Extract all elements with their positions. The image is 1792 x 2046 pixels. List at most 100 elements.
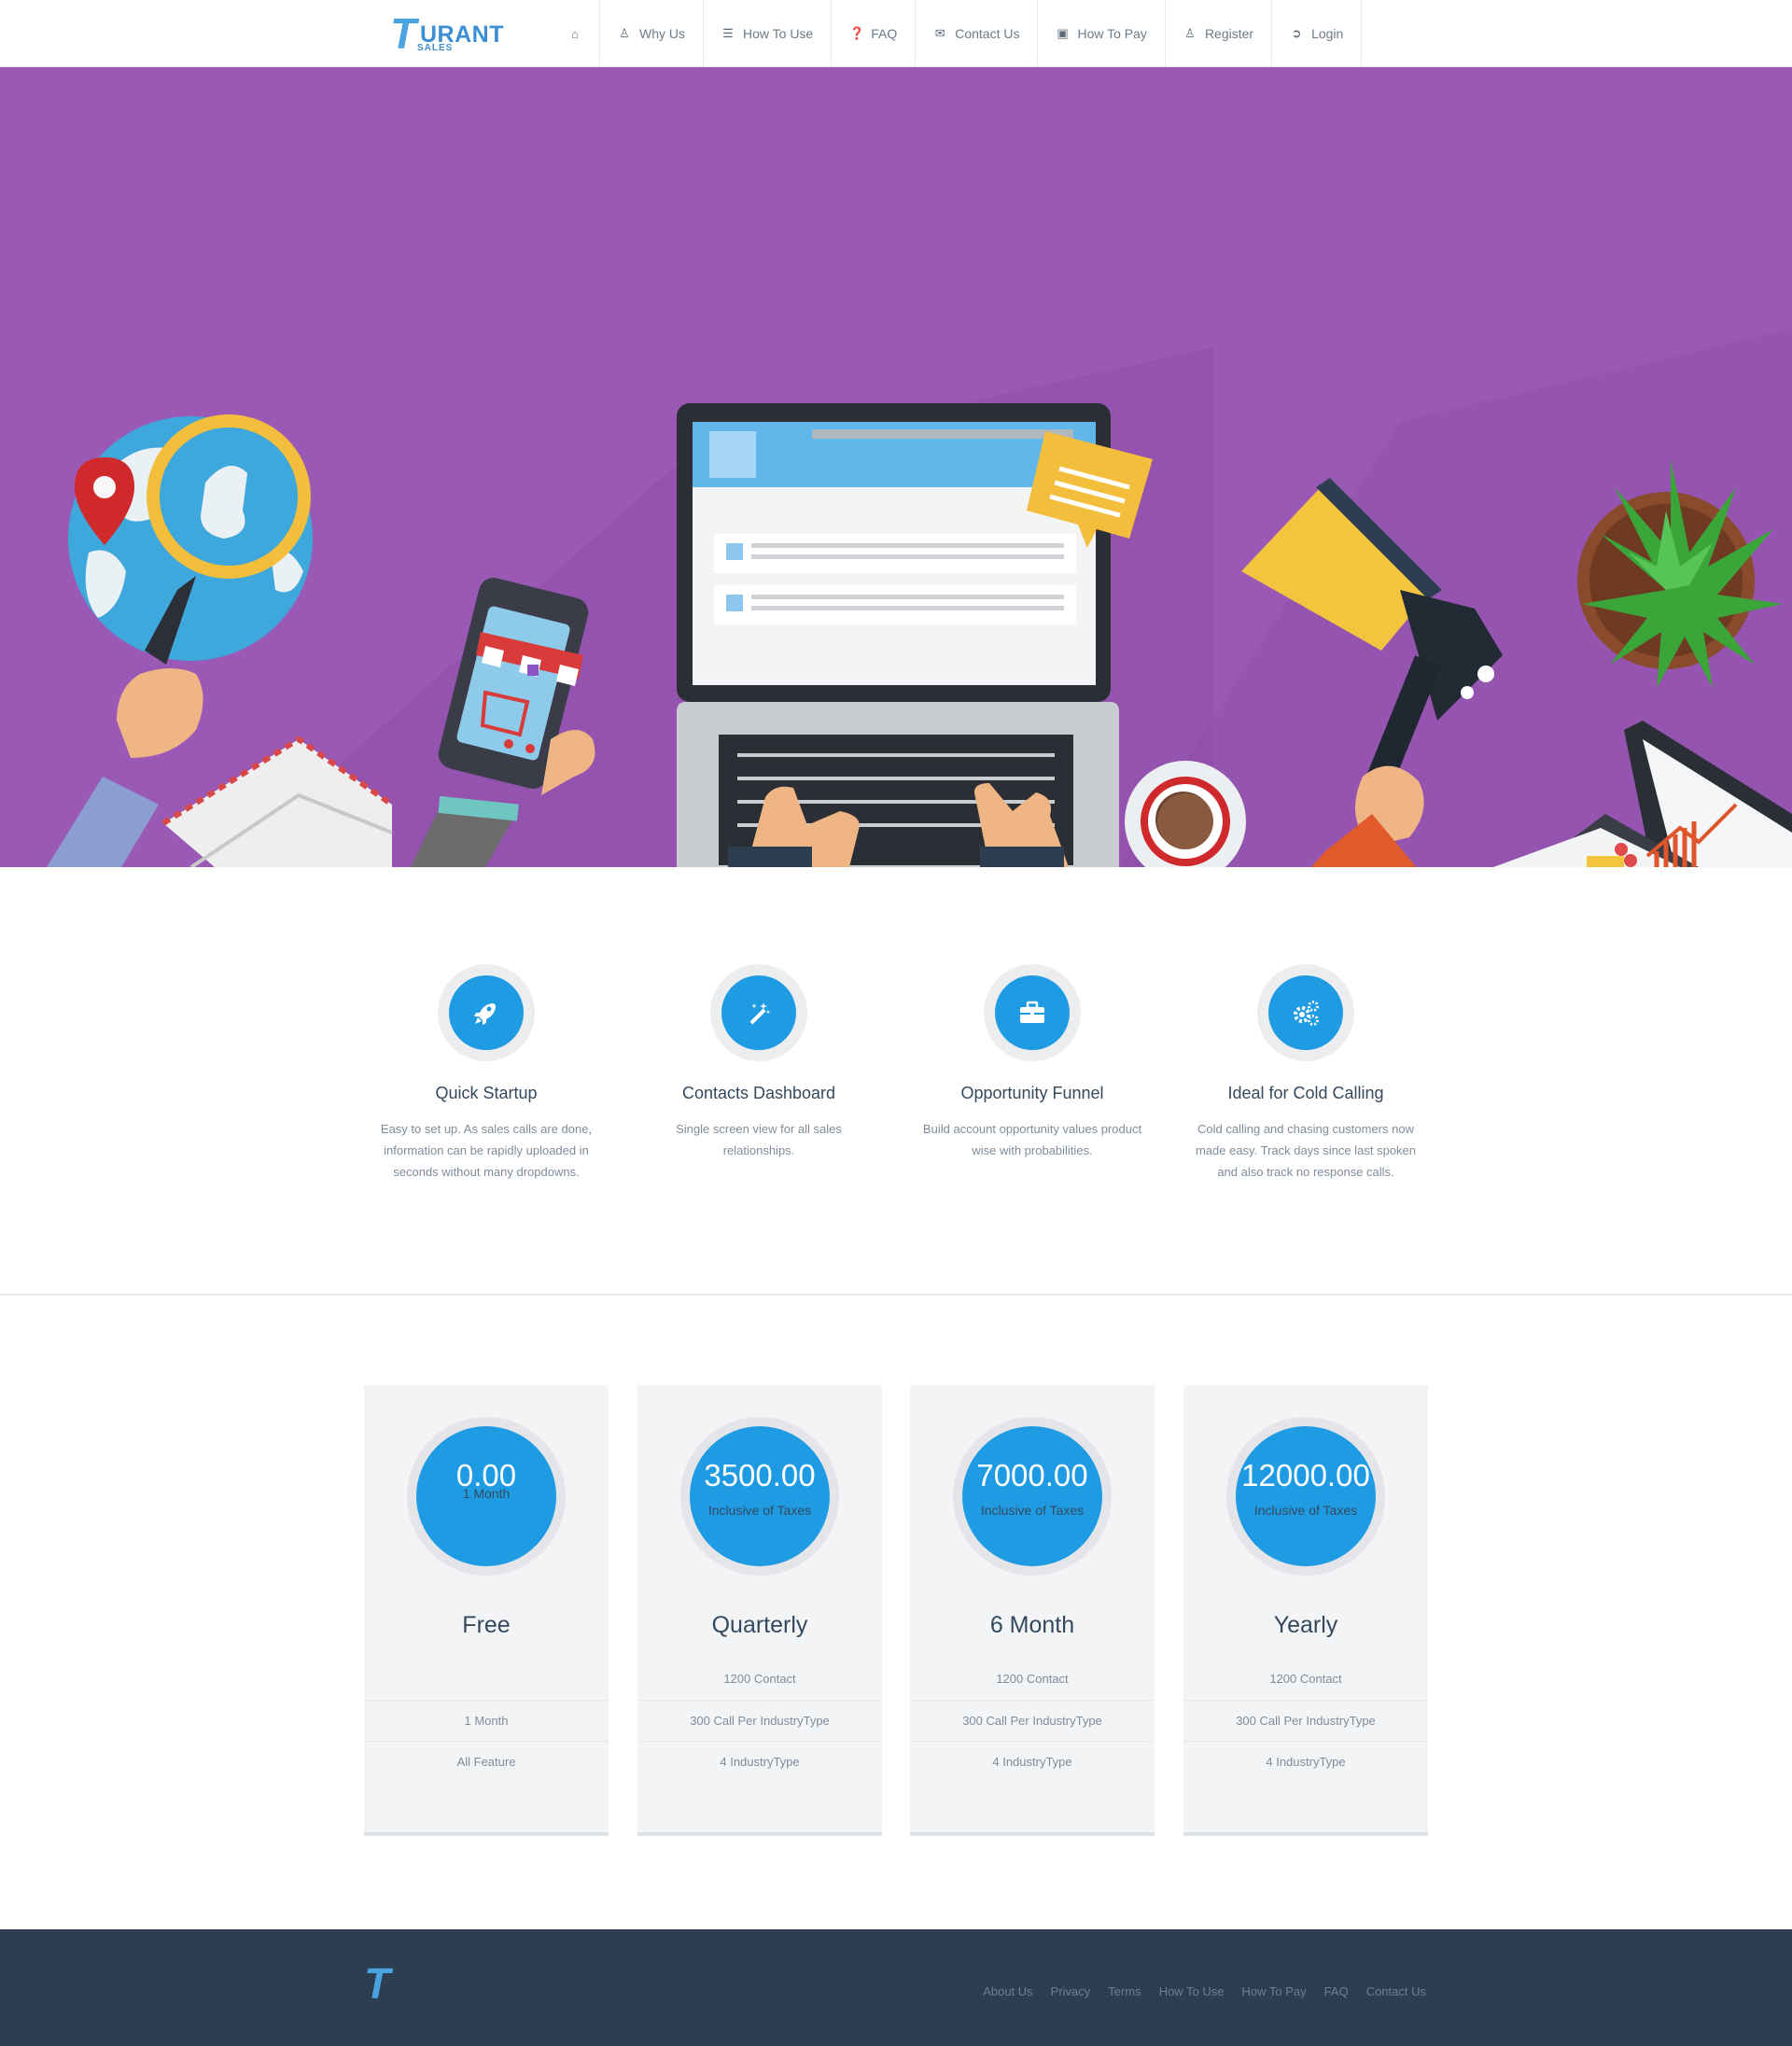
plan-feature: All Feature	[364, 1741, 609, 1782]
money-icon: ▣	[1057, 26, 1069, 40]
footer-link-contact-us[interactable]: Contact Us	[1366, 1984, 1426, 1998]
feature-opportunity-funnel: Opportunity Funnel Build account opportu…	[906, 964, 1158, 1161]
price-circle: 7000.00 Inclusive of Taxes	[962, 1426, 1102, 1566]
price-tax-note: Inclusive of Taxes	[1253, 1503, 1358, 1518]
feature-title: Contacts Dashboard	[681, 1084, 836, 1102]
nav-label: FAQ	[871, 26, 898, 41]
plan-feature: 1200 Contact	[723, 1672, 796, 1686]
price-ring: 7000.00 Inclusive of Taxes	[953, 1417, 1112, 1576]
plan-feature: 4 IndustryType	[1183, 1741, 1428, 1782]
feature-icon-ring	[984, 964, 1081, 1061]
nav-how-to-pay[interactable]: ▣ How To Pay	[1038, 0, 1166, 67]
footer-logo[interactable]: T	[364, 1962, 390, 2005]
plan-feature: 4 IndustryType	[637, 1741, 882, 1782]
feature-description: Build account opportunity values product…	[922, 1122, 1142, 1157]
user-icon: ♙	[619, 26, 630, 40]
pricing-card-yearly: 12000.00 Inclusive of Taxes Yearly 1200 …	[1183, 1385, 1428, 1836]
price-amount: 3500.00	[704, 1458, 816, 1492]
plan-feature: 1200 Contact	[996, 1672, 1069, 1686]
plan-features: 1200 Contact 300 Call Per IndustryType 4…	[1183, 1659, 1428, 1782]
cogs-icon	[1268, 975, 1343, 1050]
footer-link-about-us[interactable]: About Us	[983, 1984, 1032, 1998]
nav-home[interactable]: ⌂	[551, 0, 600, 67]
feature-title: Opportunity Funnel	[960, 1084, 1104, 1102]
footer-link-how-to-pay[interactable]: How To Pay	[1242, 1984, 1307, 1998]
nav-label: Register	[1204, 26, 1254, 41]
site-footer: T About Us Privacy Terms How To Use How …	[0, 1929, 1792, 2046]
home-icon: ⌂	[571, 26, 579, 41]
plan-name: Free	[462, 1612, 511, 1638]
price-amount: 7000.00	[976, 1458, 1088, 1492]
features-section: Quick Startup Easy to set up. As sales c…	[0, 867, 1792, 1296]
hero-banner	[0, 67, 1792, 867]
feature-title: Ideal for Cold Calling	[1227, 1084, 1384, 1102]
nav-label: Login	[1311, 26, 1344, 41]
feature-quick-startup: Quick Startup Easy to set up. As sales c…	[360, 964, 612, 1183]
feature-cold-calling: Ideal for Cold Calling Cold calling and …	[1180, 964, 1432, 1183]
feature-description: Single screen view for all sales relatio…	[676, 1122, 842, 1157]
envelope-icon: ✉	[934, 26, 945, 40]
price-tax-note: Inclusive of Taxes	[707, 1503, 812, 1518]
logo-subtitle: SALES	[417, 43, 454, 53]
price-circle: 0.00 1 Month	[416, 1426, 556, 1566]
footer-links: About Us Privacy Terms How To Use How To…	[965, 1984, 1426, 1998]
price-tax-note: Inclusive of Taxes	[980, 1503, 1085, 1518]
sign-in-icon: ➲	[1291, 26, 1302, 40]
price-ring: 12000.00 Inclusive of Taxes	[1226, 1417, 1385, 1576]
plan-features: 1 Month All Feature	[364, 1659, 609, 1782]
rocket-icon	[449, 975, 524, 1050]
plan-features: 1200 Contact 300 Call Per IndustryType 4…	[910, 1659, 1155, 1782]
nav-login[interactable]: ➲ Login	[1272, 0, 1363, 67]
plan-feature	[364, 1659, 609, 1700]
nav-contact-us[interactable]: ✉ Contact Us	[916, 0, 1039, 67]
laptop-illustration	[677, 403, 1153, 867]
top-navbar: T URANT SALES ⌂ ♙ Why Us ☰ How To Use ❓ …	[0, 0, 1792, 67]
feature-title: Quick Startup	[435, 1084, 538, 1102]
price-circle: 3500.00 Inclusive of Taxes	[690, 1426, 830, 1566]
plan-features: 1200 Contact 300 Call Per IndustryType 4…	[637, 1659, 882, 1782]
plan-feature: 300 Call Per IndustryType	[1183, 1700, 1428, 1741]
price-amount: 12000.00	[1241, 1458, 1370, 1492]
nav-label: Contact Us	[955, 26, 1020, 41]
nav-label: How To Pay	[1077, 26, 1147, 41]
list-icon: ☰	[722, 26, 734, 40]
price-ring: 3500.00 Inclusive of Taxes	[680, 1417, 839, 1576]
footer-link-faq[interactable]: FAQ	[1324, 1984, 1349, 1998]
feature-description: Easy to set up. As sales calls are done,…	[380, 1122, 593, 1179]
feature-icon-ring	[710, 964, 807, 1061]
magic-wand-icon	[721, 975, 796, 1050]
plan-feature: 1200 Contact	[1269, 1672, 1342, 1686]
user-icon: ♙	[1184, 26, 1196, 40]
feature-description: Cold calling and chasing customers now m…	[1195, 1122, 1417, 1179]
plan-name: 6 Month	[989, 1612, 1075, 1638]
price-period: 1 Month	[462, 1486, 511, 1501]
nav-label: How To Use	[743, 26, 814, 41]
nav-faq[interactable]: ❓ FAQ	[832, 0, 917, 67]
question-circle-icon: ❓	[849, 26, 865, 40]
main-nav: ⌂ ♙ Why Us ☰ How To Use ❓ FAQ ✉ Contact …	[551, 0, 1363, 67]
feature-icon-ring	[438, 964, 535, 1061]
nav-how-to-use[interactable]: ☰ How To Use	[704, 0, 833, 67]
pricing-card-free: 0.00 1 Month Free 1 Month All Feature	[364, 1385, 609, 1836]
footer-link-how-to-use[interactable]: How To Use	[1159, 1984, 1225, 1998]
price-ring: 0.00 1 Month	[407, 1417, 566, 1576]
logo-letter: T	[390, 9, 417, 58]
feature-icon-ring	[1257, 964, 1354, 1061]
nav-register[interactable]: ♙ Register	[1166, 0, 1273, 67]
plan-feature: 300 Call Per IndustryType	[910, 1700, 1155, 1741]
hero-illustration	[47, 329, 1792, 867]
pricing-card-6-month: 7000.00 Inclusive of Taxes 6 Month 1200 …	[910, 1385, 1155, 1836]
pricing-card-quarterly: 3500.00 Inclusive of Taxes Quarterly 120…	[637, 1385, 882, 1836]
plan-feature: 4 IndustryType	[910, 1741, 1155, 1782]
plan-name: Yearly	[1273, 1612, 1338, 1638]
nav-label: Why Us	[639, 26, 685, 41]
plan-feature: 1 Month	[364, 1700, 609, 1741]
footer-link-privacy[interactable]: Privacy	[1051, 1984, 1091, 1998]
brand-logo[interactable]: T URANT SALES	[390, 9, 504, 58]
footer-link-terms[interactable]: Terms	[1108, 1984, 1141, 1998]
nav-why-us[interactable]: ♙ Why Us	[600, 0, 704, 67]
briefcase-icon	[995, 975, 1070, 1050]
feature-contacts-dashboard: Contacts Dashboard Single screen view fo…	[633, 964, 885, 1161]
plan-feature: 300 Call Per IndustryType	[637, 1700, 882, 1741]
plan-name: Quarterly	[711, 1612, 808, 1638]
